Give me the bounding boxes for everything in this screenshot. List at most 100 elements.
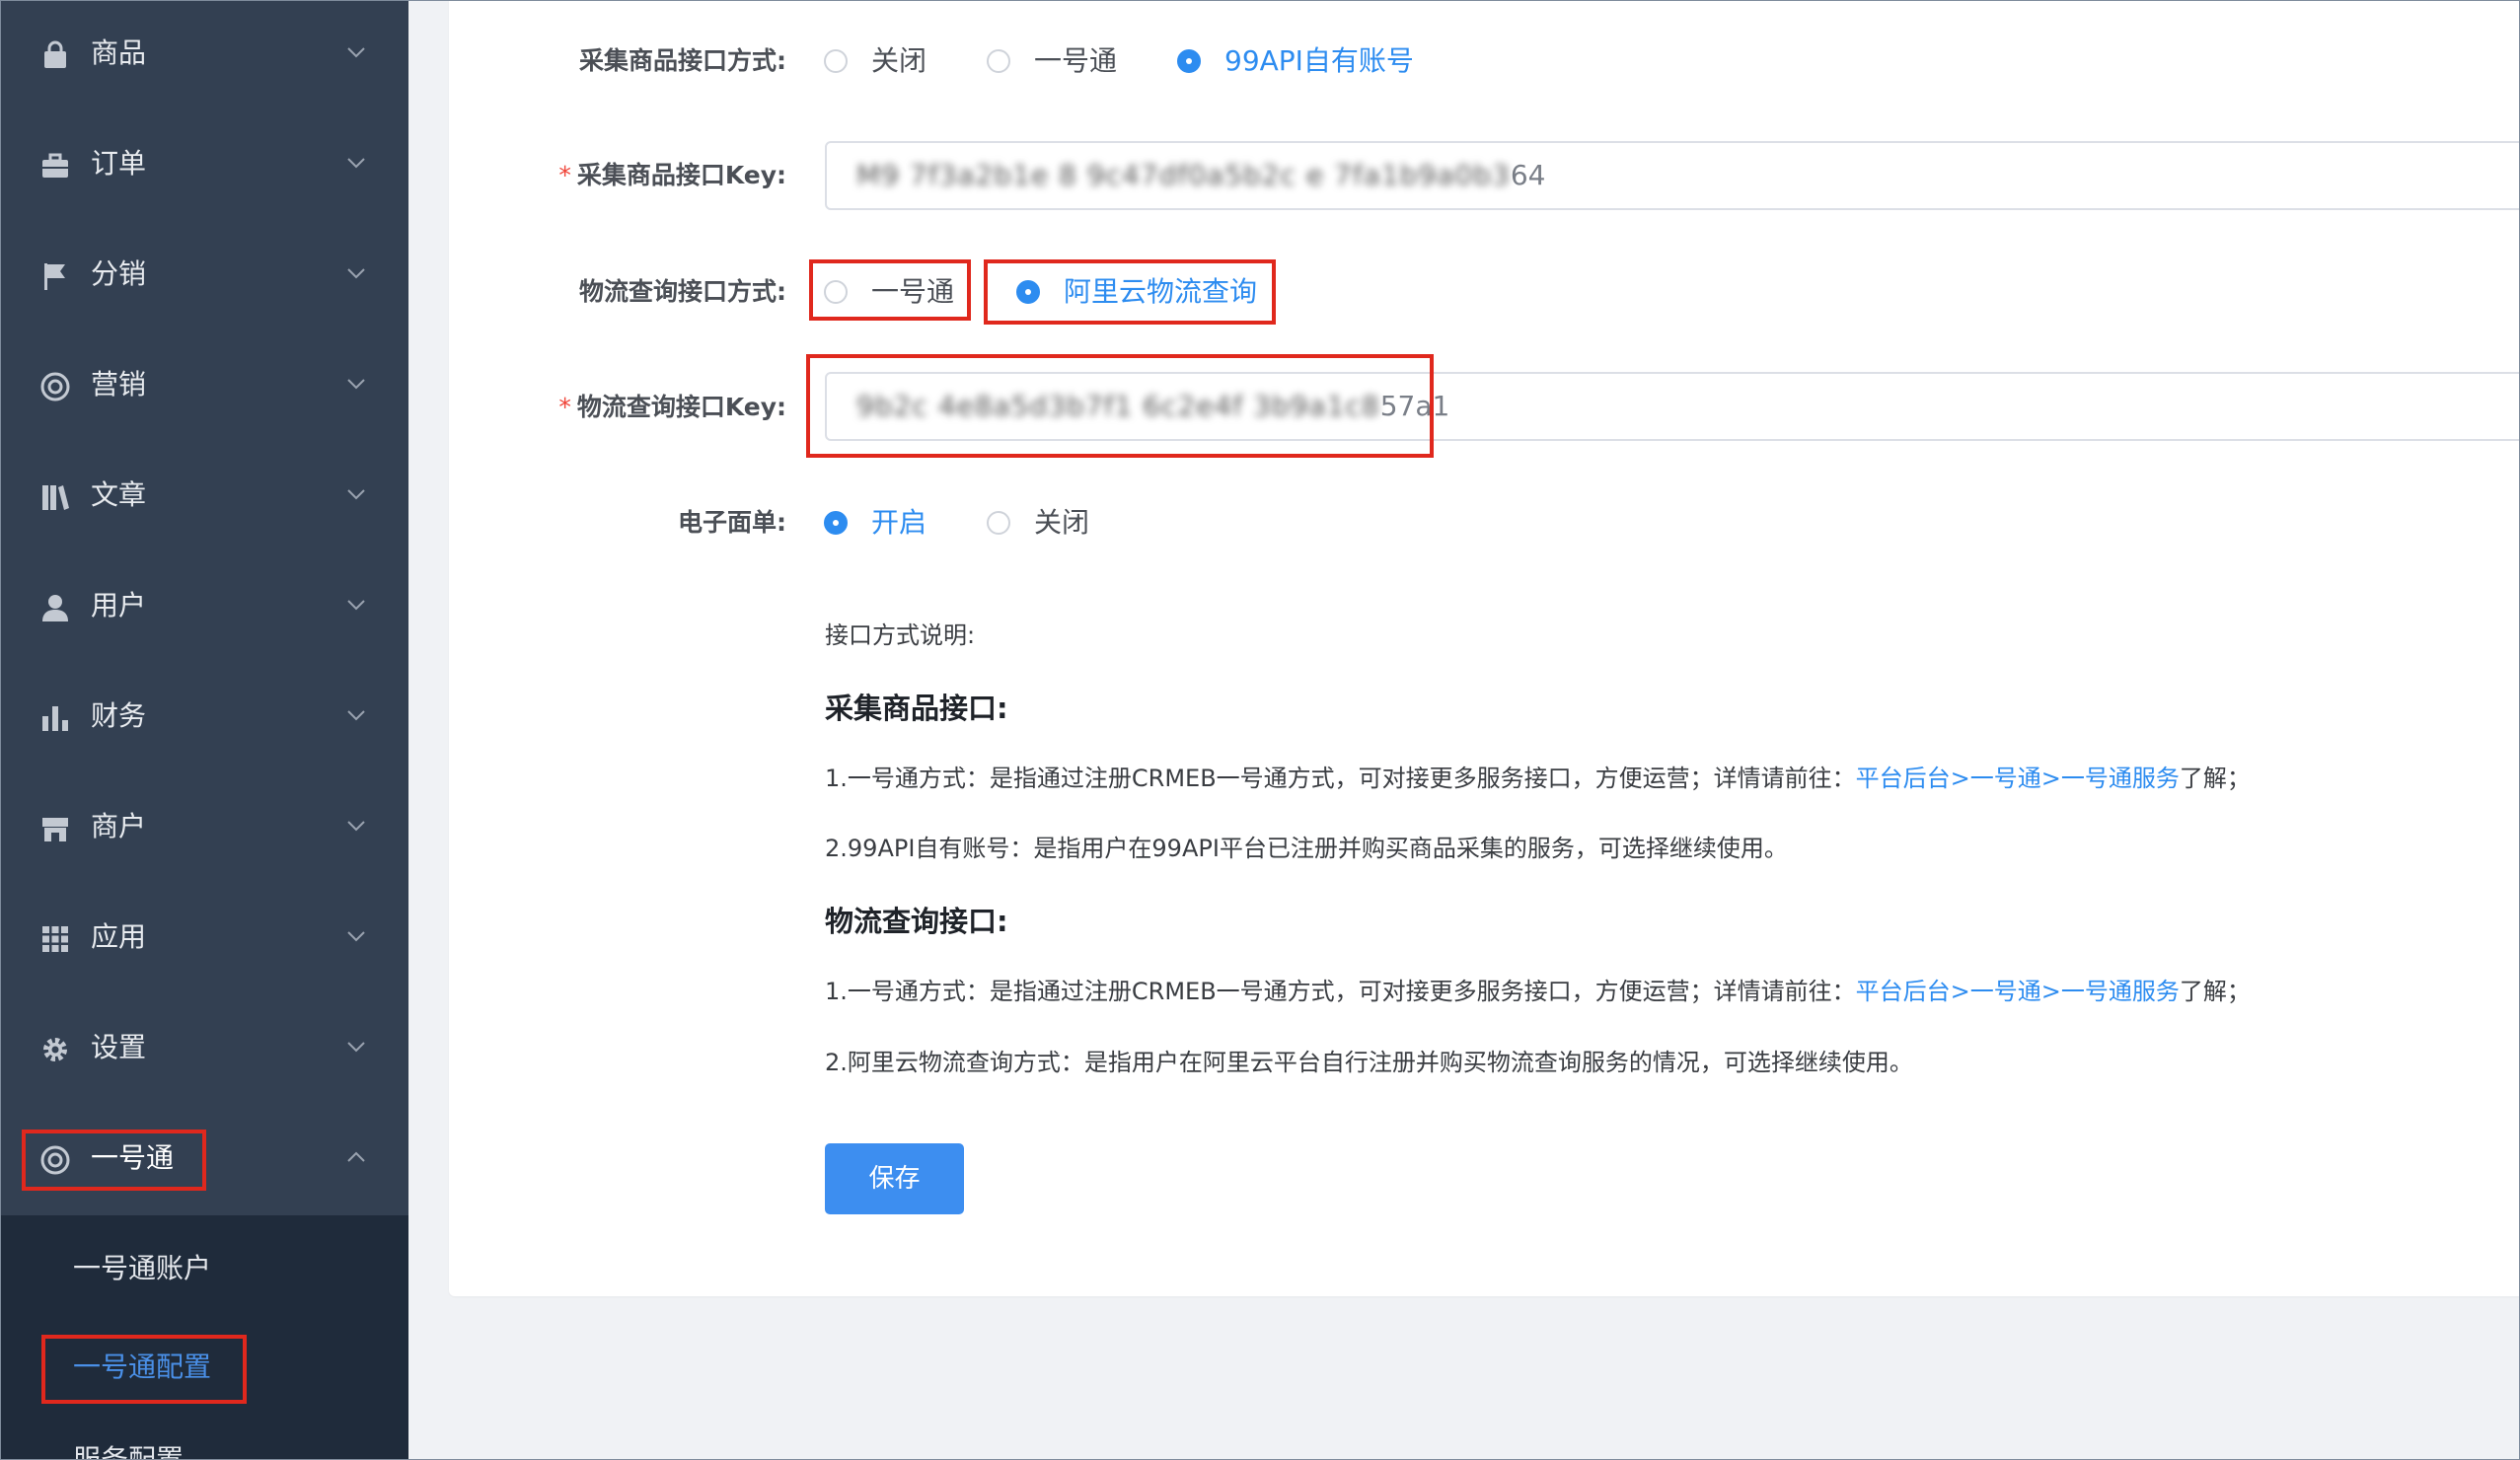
logistics-key-input[interactable]: 9b2c 4e8a5d3b7f1 6c2e4f 3b9a1c857a1 <box>825 372 2520 441</box>
chevron-down-icon <box>345 483 367 505</box>
lifebuoy-icon <box>39 1144 71 1176</box>
sidebar-item-users[interactable]: 用户 <box>0 552 408 663</box>
key-suffix: 57a1 <box>1379 390 1450 422</box>
chevron-down-icon <box>345 815 367 837</box>
sidebar-item-label: 商户 <box>91 810 147 842</box>
radio-label: 一号通 <box>871 275 955 308</box>
key-suffix: 64 <box>1510 159 1546 191</box>
radio-circle <box>987 511 1010 535</box>
note-text: 了解； <box>2179 765 2251 792</box>
chevron-down-icon <box>345 594 367 616</box>
radio-label: 开启 <box>871 506 927 539</box>
radio-waybill-off[interactable]: 关闭 <box>987 505 1089 541</box>
sidebar-item-label: 订单 <box>91 147 147 180</box>
service-link[interactable]: 平台后台>一号通>一号通服务 <box>1856 765 2180 792</box>
collect-note-1: 1.一号通方式：是指通过注册CRMEB一号通方式，可对接更多服务接口，方便运营；… <box>825 762 2251 795</box>
chevron-down-icon <box>345 152 367 174</box>
sidebar-item-distribution[interactable]: 分销 <box>0 221 408 331</box>
chevron-down-icon <box>345 1036 367 1058</box>
flag-icon <box>39 260 71 292</box>
sidebar-item-settings[interactable]: 设置 <box>0 994 408 1105</box>
radio-collect-99api[interactable]: 99API自有账号 <box>1177 43 1414 79</box>
e-waybill-label: 电子面单: <box>678 508 786 537</box>
masked-key: M9 7f3a2b1e 8 9c47df0a5b2c e 7fa1b9a0b3 <box>856 159 1511 191</box>
sidebar-item-label: 应用 <box>91 920 147 953</box>
sidebar-item-apps[interactable]: 应用 <box>0 884 408 994</box>
sidebar-item-label: 用户 <box>91 589 147 621</box>
radio-label: 一号通 <box>1034 44 1118 77</box>
radio-label: 99API自有账号 <box>1224 44 1414 77</box>
logistics-key-value: 9b2c 4e8a5d3b7f1 6c2e4f 3b9a1c857a1 <box>856 389 1449 424</box>
bag-icon <box>39 39 71 71</box>
chevron-down-icon <box>345 373 367 395</box>
briefcase-icon <box>39 150 71 182</box>
user-icon <box>39 592 71 623</box>
sidebar-item-orders[interactable]: 订单 <box>0 110 408 221</box>
sidebar-item-label: 财务 <box>91 699 147 732</box>
sidebar: 商品 订单 分销 营销 文章 用户 财务 商户 应用 设置 一号通 一号通账户 … <box>0 0 408 1460</box>
bar-chart-icon <box>39 702 71 734</box>
collect-note-2: 2.99API自有账号：是指用户在99API平台已注册并购买商品采集的服务，可选… <box>825 835 1788 862</box>
books-icon <box>39 481 71 513</box>
note-text: 1.一号通方式：是指通过注册CRMEB一号通方式，可对接更多服务接口，方便运营；… <box>825 978 1856 1005</box>
collect-key-label-text: 采集商品接口Key: <box>576 161 786 189</box>
radio-circle <box>824 280 848 304</box>
gear-icon <box>39 1034 71 1065</box>
sidebar-item-label: 商品 <box>91 36 147 69</box>
collect-heading: 采集商品接口: <box>825 692 1008 725</box>
radio-logistics-aliyun[interactable]: 阿里云物流查询 <box>1016 274 1257 310</box>
sidebar-item-articles[interactable]: 文章 <box>0 442 408 552</box>
grid-icon <box>39 923 71 955</box>
sidebar-item-label: 文章 <box>91 478 147 511</box>
radio-logistics-yihaotong[interactable]: 一号通 <box>824 274 954 310</box>
radio-label: 关闭 <box>871 44 927 77</box>
logistics-key-label-text: 物流查询接口Key: <box>576 393 786 421</box>
collect-key-input[interactable]: M9 7f3a2b1e 8 9c47df0a5b2c e 7fa1b9a0b36… <box>825 141 2520 210</box>
logistics-heading: 物流查询接口: <box>825 905 1008 938</box>
sidebar-item-merchants[interactable]: 商户 <box>0 773 408 884</box>
required-mark: * <box>558 161 571 189</box>
collect-key-value: M9 7f3a2b1e 8 9c47df0a5b2c e 7fa1b9a0b36… <box>856 158 1545 193</box>
masked-key: 9b2c 4e8a5d3b7f1 6c2e4f 3b9a1c8 <box>856 390 1380 422</box>
chevron-down-icon <box>345 41 367 63</box>
sidebar-item-products[interactable]: 商品 <box>0 0 408 110</box>
logistics-note-1: 1.一号通方式：是指通过注册CRMEB一号通方式，可对接更多服务接口，方便运营；… <box>825 975 2251 1008</box>
radio-circle <box>987 49 1010 73</box>
logistics-key-label: * 物流查询接口Key: <box>558 390 786 425</box>
sidebar-item-label: 一号通 <box>91 1141 175 1174</box>
note-text: 了解； <box>2179 978 2251 1005</box>
submenu-item-account[interactable]: 一号通账户 <box>73 1249 211 1288</box>
radio-collect-close[interactable]: 关闭 <box>824 43 926 79</box>
submenu-yihaotong: 一号通账户 一号通配置 服务配置 <box>0 1215 408 1460</box>
radio-circle <box>824 49 848 73</box>
sidebar-item-finance[interactable]: 财务 <box>0 663 408 773</box>
radio-circle <box>824 511 848 535</box>
note-text: 1.一号通方式：是指通过注册CRMEB一号通方式，可对接更多服务接口，方便运营；… <box>825 765 1856 792</box>
notes-title: 接口方式说明: <box>825 621 976 649</box>
service-link[interactable]: 平台后台>一号通>一号通服务 <box>1856 978 2180 1005</box>
lifebuoy-icon <box>39 371 71 402</box>
logistics-method-label: 物流查询接口方式: <box>579 277 786 306</box>
store-icon <box>39 813 71 844</box>
chevron-down-icon <box>345 925 367 947</box>
radio-circle <box>1016 280 1040 304</box>
required-mark: * <box>558 393 571 421</box>
save-button[interactable]: 保存 <box>825 1143 964 1214</box>
submenu-item-service-config[interactable]: 服务配置 <box>73 1440 184 1460</box>
radio-label: 阿里云物流查询 <box>1064 275 1258 308</box>
radio-waybill-on[interactable]: 开启 <box>824 505 926 541</box>
collect-method-label: 采集商品接口方式: <box>579 46 786 75</box>
sidebar-item-label: 分销 <box>91 257 147 290</box>
radio-collect-yihaotong[interactable]: 一号通 <box>987 43 1117 79</box>
sidebar-item-label: 设置 <box>91 1031 147 1063</box>
radio-label: 关闭 <box>1034 506 1090 539</box>
chevron-down-icon <box>345 262 367 284</box>
logistics-note-2: 2.阿里云物流查询方式：是指用户在阿里云平台自行注册并购买物流查询服务的情况，可… <box>825 1049 1913 1076</box>
sidebar-item-marketing[interactable]: 营销 <box>0 331 408 442</box>
sidebar-item-yihaotong[interactable]: 一号通 <box>0 1105 408 1215</box>
collect-key-label: * 采集商品接口Key: <box>558 158 786 193</box>
chevron-down-icon <box>345 704 367 726</box>
chevron-up-icon <box>345 1146 367 1168</box>
submenu-item-config[interactable]: 一号通配置 <box>73 1348 211 1387</box>
sidebar-item-label: 营销 <box>91 368 147 401</box>
